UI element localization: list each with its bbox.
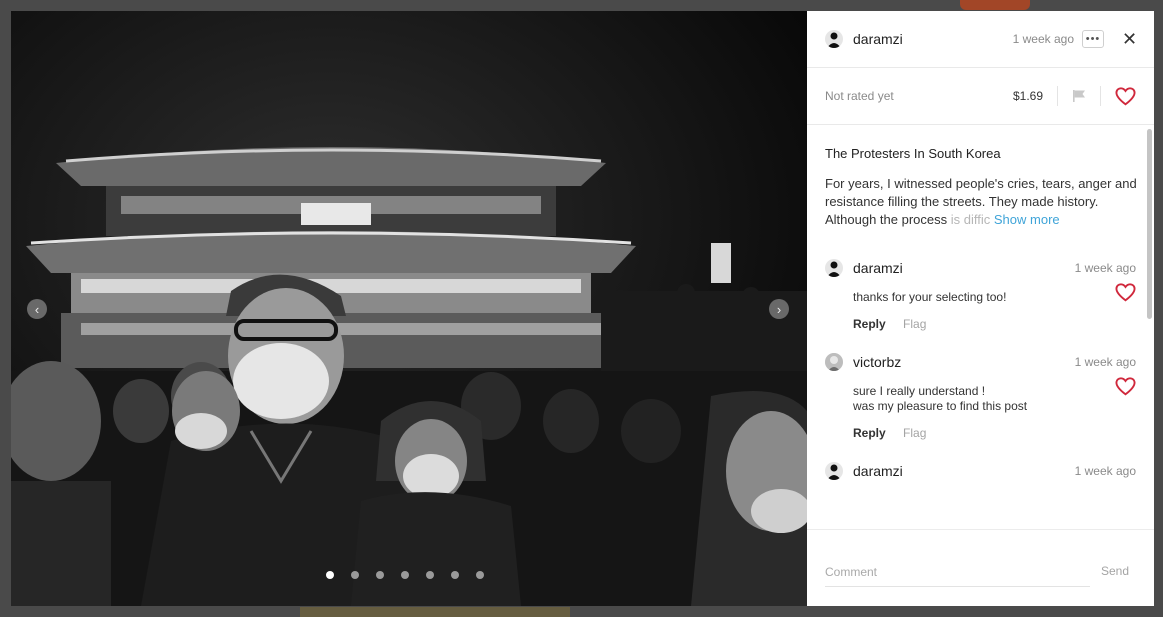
comment-line: was my pleasure to find this post [853, 399, 1028, 413]
stats-bar: Not rated yet $1.69 [807, 68, 1154, 125]
photo-description: For years, I witnessed people's cries, t… [825, 175, 1137, 229]
commenter-username[interactable]: daramzi [853, 463, 903, 479]
reply-button[interactable]: Reply [853, 317, 886, 331]
comments-list: daramzi 1 week ago thanks for your selec… [825, 259, 1136, 480]
author-avatar[interactable] [825, 30, 843, 48]
commenter-avatar[interactable] [825, 353, 843, 371]
like-heart-icon[interactable] [1115, 86, 1136, 106]
protest-photo [11, 11, 807, 606]
rating-status: Not rated yet [825, 89, 894, 103]
comment-text: thanks for your selecting too! [853, 290, 1083, 305]
photo-title: The Protesters In South Korea [825, 146, 1001, 161]
comment-time: 1 week ago [1074, 355, 1136, 369]
comment-line: thanks for your selecting too! [853, 290, 1007, 304]
next-photo-button[interactable]: › [769, 299, 789, 319]
author-username[interactable]: daramzi [853, 31, 903, 47]
show-more-link[interactable]: Show more [994, 212, 1060, 227]
photo-viewer-modal: ‹ › daramzi 1 week ago ••• ✕ Not rated y… [11, 11, 1154, 606]
comment-time: 1 week ago [1074, 464, 1136, 478]
comment-composer: Send [807, 529, 1154, 606]
price-label[interactable]: $1.69 [1013, 89, 1043, 103]
flag-icon[interactable] [1072, 89, 1086, 103]
comment-time: 1 week ago [1074, 261, 1136, 275]
panel-header: daramzi 1 week ago ••• ✕ [807, 11, 1154, 68]
comment-text: sure I really understand ! was my pleasu… [853, 384, 1083, 414]
flag-comment-link[interactable]: Flag [903, 426, 926, 440]
previous-photo-button[interactable]: ‹ [27, 299, 47, 319]
slide-dot[interactable] [326, 571, 334, 579]
comment-item: victorbz 1 week ago sure I really unders… [825, 353, 1136, 440]
comment-item: daramzi 1 week ago [825, 462, 1136, 480]
chevron-left-icon: ‹ [34, 301, 40, 317]
panel-scroll-area: The Protesters In South Korea For years,… [807, 125, 1154, 527]
comment-item: daramzi 1 week ago thanks for your selec… [825, 259, 1136, 331]
slide-dot[interactable] [376, 571, 384, 579]
comment-line: sure I really understand ! [853, 384, 986, 398]
comment-like-heart-icon[interactable] [1115, 377, 1136, 396]
close-icon: ✕ [1122, 29, 1138, 49]
chevron-right-icon: › [776, 301, 782, 317]
commenter-username[interactable]: victorbz [853, 354, 901, 370]
panel-scrollbar[interactable] [1147, 129, 1152, 319]
slide-dot[interactable] [451, 571, 459, 579]
backdrop-accent-bottom [300, 607, 570, 617]
divider [1100, 86, 1101, 106]
post-time: 1 week ago [1012, 32, 1074, 46]
comment-like-heart-icon[interactable] [1115, 283, 1136, 302]
description-faded-text: is diffic [950, 212, 991, 227]
photo-viewer: ‹ › [11, 11, 807, 606]
details-panel: daramzi 1 week ago ••• ✕ Not rated yet $… [807, 11, 1154, 606]
more-dots-icon: ••• [1085, 32, 1101, 45]
more-options-button[interactable]: ••• [1082, 30, 1104, 48]
slide-dot[interactable] [476, 571, 484, 579]
commenter-avatar[interactable] [825, 462, 843, 480]
flag-comment-link[interactable]: Flag [903, 317, 926, 331]
slide-dot[interactable] [351, 571, 359, 579]
commenter-avatar[interactable] [825, 259, 843, 277]
backdrop-accent [960, 0, 1030, 10]
comment-input[interactable] [825, 557, 1090, 587]
slide-dot[interactable] [426, 571, 434, 579]
send-button[interactable]: Send [1101, 564, 1129, 578]
close-button[interactable]: ✕ [1122, 29, 1138, 49]
reply-button[interactable]: Reply [853, 426, 886, 440]
commenter-username[interactable]: daramzi [853, 260, 903, 276]
slide-dot[interactable] [401, 571, 409, 579]
slide-indicator [326, 571, 484, 579]
divider [1057, 86, 1058, 106]
